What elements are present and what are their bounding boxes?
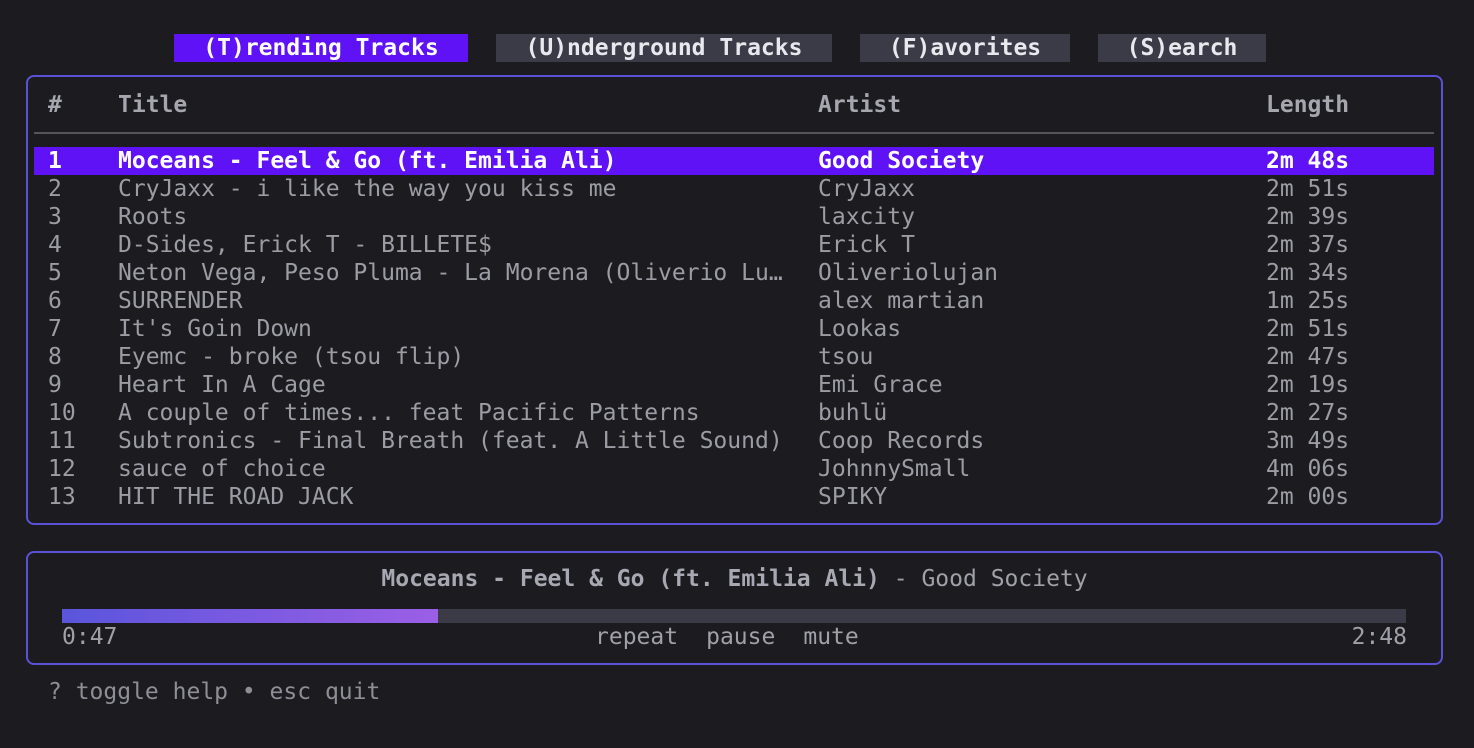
playback-controls: repeat pause mute: [595, 623, 859, 651]
track-artist: alex martian: [818, 288, 985, 314]
track-title: Subtronics - Final Breath (feat. A Littl…: [118, 428, 783, 454]
table-row[interactable]: 5 Neton Vega, Peso Pluma - La Morena (Oli…: [34, 259, 1434, 287]
track-title: D-Sides, Erick T - BILLETE$: [118, 232, 492, 258]
progress-bar[interactable]: [62, 609, 1406, 623]
track-length: 2m 51s: [1266, 176, 1350, 202]
track-length: 2m 27s: [1266, 400, 1350, 426]
track-title: It's Goin Down: [118, 316, 312, 342]
track-length: 2m 37s: [1266, 232, 1350, 258]
track-title: A couple of times... feat Pacific Patter…: [118, 400, 700, 426]
now-playing-artist: Good Society: [921, 566, 1088, 592]
track-number: 10: [48, 400, 76, 426]
track-number: 5: [48, 260, 62, 286]
track-number: 11: [48, 428, 76, 454]
table-row[interactable]: 9 Heart In A Cage Emi Grace 2m 19s: [34, 371, 1434, 399]
track-length: 2m 19s: [1266, 372, 1350, 398]
pause-button[interactable]: pause: [706, 624, 775, 650]
total-time: 2:48: [1351, 624, 1407, 650]
elapsed-time: 0:47: [62, 624, 118, 650]
track-title: Moceans - Feel & Go (ft. Emilia Ali): [118, 148, 617, 174]
track-artist: JohnnySmall: [818, 456, 971, 482]
tab-search[interactable]: (S)earch: [1098, 34, 1266, 62]
track-title: HIT THE ROAD JACK: [118, 484, 354, 510]
track-title: Neton Vega, Peso Pluma - La Morena (Oliv…: [118, 260, 783, 286]
mute-button[interactable]: mute: [803, 624, 858, 650]
column-header-title: Title: [118, 92, 188, 118]
track-length: 2m 39s: [1266, 204, 1350, 230]
track-artist: Oliveriolujan: [818, 260, 999, 286]
track-length: 2m 47s: [1266, 344, 1350, 370]
track-number: 4: [48, 232, 62, 258]
track-number: 1: [48, 148, 62, 174]
track-length: 1m 25s: [1266, 288, 1350, 314]
track-artist: tsou: [818, 344, 874, 370]
track-title: Roots: [118, 204, 188, 230]
track-number: 13: [48, 484, 76, 510]
table-row[interactable]: 10 A couple of times... feat Pacific Patt…: [34, 399, 1434, 427]
table-header: # Title Artist Length: [34, 91, 1434, 119]
track-number: 2: [48, 176, 62, 202]
track-length: 2m 00s: [1266, 484, 1350, 510]
table-row[interactable]: 1 Moceans - Feel & Go (ft. Emilia Ali) Goo…: [34, 147, 1434, 175]
table-row[interactable]: 6 SURRENDER alex martian 1m 25s: [34, 287, 1434, 315]
table-row[interactable]: 13 HIT THE ROAD JACK SPIKY 2m 00s: [34, 483, 1434, 511]
table-row[interactable]: 12 sauce of choice JohnnySmall 4m 06s: [34, 455, 1434, 483]
now-playing-title: Moceans - Feel & Go (ft. Emilia Ali): [381, 566, 880, 592]
column-header-length: Length: [1266, 92, 1350, 118]
table-row[interactable]: 7 It's Goin Down Lookas 2m 51s: [34, 315, 1434, 343]
table-row[interactable]: 8 Eyemc - broke (tsou flip) tsou 2m 47s: [34, 343, 1434, 371]
track-title: sauce of choice: [118, 456, 326, 482]
track-artist: CryJaxx: [818, 176, 915, 202]
track-number: 6: [48, 288, 62, 314]
track-number: 7: [48, 316, 62, 342]
track-title: Eyemc - broke (tsou flip): [118, 344, 465, 370]
track-artist: Lookas: [818, 316, 902, 342]
track-artist: Erick T: [818, 232, 915, 258]
progress-bar-fill: [62, 609, 438, 623]
track-number: 9: [48, 372, 62, 398]
table-row[interactable]: 2 CryJaxx - i like the way you kiss me Cry…: [34, 175, 1434, 203]
column-header-number: #: [48, 92, 62, 118]
track-title: CryJaxx - i like the way you kiss me: [118, 176, 617, 202]
tab-trending-tracks[interactable]: (T)rending Tracks: [174, 34, 468, 62]
track-artist: Good Society: [818, 148, 985, 174]
track-length: 2m 48s: [1266, 148, 1350, 174]
repeat-button[interactable]: repeat: [595, 624, 678, 650]
track-number: 8: [48, 344, 62, 370]
table-row[interactable]: 11 Subtronics - Final Breath (feat. A Lit…: [34, 427, 1434, 455]
table-row[interactable]: 4 D-Sides, Erick T - BILLETE$ Erick T 2m 37…: [34, 231, 1434, 259]
track-artist: Coop Records: [818, 428, 985, 454]
track-length: 2m 51s: [1266, 316, 1350, 342]
track-length: 4m 06s: [1266, 456, 1350, 482]
track-artist: SPIKY: [818, 484, 888, 510]
now-playing-panel: Moceans - Feel & Go (ft. Emilia Ali) - G…: [26, 551, 1443, 665]
tab-favorites[interactable]: (F)avorites: [860, 34, 1070, 62]
table-row[interactable]: 3 Roots laxcity 2m 39s: [34, 203, 1434, 231]
track-length: 2m 34s: [1266, 260, 1350, 286]
track-length: 3m 49s: [1266, 428, 1350, 454]
track-artist: Emi Grace: [818, 372, 943, 398]
column-header-artist: Artist: [818, 92, 902, 118]
track-artist: laxcity: [818, 204, 915, 230]
tab-underground-tracks[interactable]: (U)nderground Tracks: [496, 34, 832, 62]
track-list-panel: # Title Artist Length 1 Moceans - Feel & …: [26, 75, 1443, 525]
header-divider: [34, 132, 1434, 134]
track-title: Heart In A Cage: [118, 372, 326, 398]
track-number: 12: [48, 456, 76, 482]
track-number: 3: [48, 204, 62, 230]
now-playing-line: Moceans - Feel & Go (ft. Emilia Ali) - G…: [28, 565, 1441, 593]
track-artist: buhlü: [818, 400, 888, 426]
now-playing-separator: -: [893, 566, 908, 592]
help-hint: ? toggle help • esc quit: [48, 679, 381, 705]
track-title: SURRENDER: [118, 288, 243, 314]
